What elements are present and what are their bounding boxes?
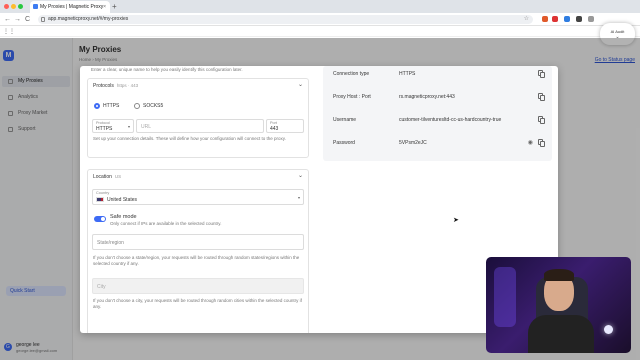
minimize-window-dot[interactable]	[11, 4, 16, 9]
address-bar-row: ← → C app.magneticproxy.net/#/my-proxies…	[0, 13, 640, 26]
extension-icon[interactable]	[552, 16, 558, 22]
webcam-overlay	[486, 257, 631, 353]
presenter-body	[528, 315, 594, 353]
extensions-puzzle-icon[interactable]	[588, 16, 594, 22]
connection-details-panel: Connection type HTTPS Proxy Host : Port …	[323, 66, 552, 161]
maximize-window-dot[interactable]	[18, 4, 23, 9]
safe-mode-label: Safe mode	[110, 214, 137, 220]
background-light	[494, 267, 516, 327]
location-subtitle: US	[114, 174, 122, 179]
detail-row-proxy-host: Proxy Host : Port rs.magneticproxy.net:4…	[333, 91, 545, 103]
detail-row-password: Password 5VPsm2eJC ◉	[333, 137, 545, 149]
name-hint: Enter a clear, unique name to help you e…	[91, 67, 243, 72]
tab-title: My Proxies | Magnetic Proxy	[40, 4, 104, 10]
detail-key: Connection type	[333, 71, 370, 77]
detail-key: Username	[333, 117, 357, 123]
detail-row-username: Username customer-tilventuresltd-cc-us-h…	[333, 114, 545, 126]
chevron-down-icon[interactable]: ⌄	[298, 81, 303, 88]
radio-socks5-label: SOCKS5	[143, 103, 164, 109]
state-hint: If you don't choose a state/region, your…	[93, 255, 300, 266]
radio-https-label: HTTPS	[103, 103, 120, 109]
chevron-down-icon[interactable]: ⌄	[298, 172, 303, 179]
protocol-label: Protocol	[96, 121, 110, 125]
copy-icon[interactable]	[538, 93, 545, 101]
url-input[interactable]: URL	[136, 119, 264, 133]
eye-slash-icon[interactable]: ◉	[528, 137, 533, 149]
protocols-subtitle: https · 443	[116, 83, 139, 88]
location-header[interactable]: Location US	[93, 174, 121, 180]
state-region-input[interactable]: State/region	[92, 234, 304, 250]
detail-key: Proxy Host : Port	[333, 94, 371, 100]
tab-close-icon[interactable]: ×	[103, 1, 106, 13]
port-input[interactable]: Port 443	[266, 119, 304, 133]
detail-value: 5VPsm2eJC	[399, 140, 427, 146]
copy-icon[interactable]	[538, 116, 545, 124]
detail-value: HTTPS	[399, 71, 416, 77]
protocols-hint: Set up your connection details. These wi…	[93, 136, 286, 141]
country-label: Country	[96, 191, 110, 195]
location-section: Location US ⌄ Country United States ▾ Saf…	[87, 169, 309, 333]
mouse-cursor-icon: ➤	[453, 217, 459, 224]
detail-row-connection-type: Connection type HTTPS	[333, 68, 545, 80]
star-icon[interactable]: ☆	[524, 15, 529, 24]
port-label: Port	[270, 121, 277, 125]
detail-key: Password	[333, 140, 355, 146]
new-tab-button[interactable]: +	[112, 0, 117, 13]
config-form: Enter a clear, unique name to help you e…	[87, 66, 309, 333]
detail-value: rs.magneticproxy.net:443	[399, 94, 455, 100]
url-field[interactable]: app.magneticproxy.net/#/my-proxies ☆	[38, 15, 533, 24]
lock-icon	[41, 17, 45, 22]
city-hint: If you don't choose a city, your request…	[93, 298, 302, 309]
extension-icon[interactable]	[576, 16, 582, 22]
reload-icon[interactable]: C	[25, 13, 30, 26]
location-title: Location	[93, 174, 112, 180]
desk-lamp	[604, 325, 613, 334]
browser-tab-bar: My Proxies | Magnetic Proxy × +	[0, 0, 640, 13]
caret-down-icon: ▾	[127, 124, 130, 129]
country-select[interactable]: Country United States ▾	[92, 189, 304, 205]
protocols-section: Protocols https · 443 ⌄ HTTPS SOCKS5 Prot…	[87, 78, 309, 158]
back-arrow-icon[interactable]: ←	[4, 13, 11, 26]
copy-icon[interactable]	[538, 70, 545, 78]
presenter-hair	[544, 269, 574, 281]
safe-mode-toggle[interactable]	[94, 216, 106, 222]
protocols-header[interactable]: Protocols https · 443	[93, 83, 138, 89]
browser-tab[interactable]: My Proxies | Magnetic Proxy ×	[30, 1, 110, 13]
protocol-select[interactable]: Protocol HTTPS ▾	[92, 119, 134, 133]
radio-socks5[interactable]	[134, 103, 140, 109]
detail-value: customer-tilventuresltd-cc-us-hardcountr…	[399, 117, 502, 123]
protocols-title: Protocols	[93, 83, 114, 89]
magnet-favicon-icon	[33, 4, 38, 9]
url-text: app.magneticproxy.net/#/my-proxies	[48, 16, 129, 22]
extension-icon[interactable]	[542, 16, 548, 22]
radio-https[interactable]	[94, 103, 100, 109]
caret-down-icon: ▾	[297, 195, 300, 200]
extension-icon[interactable]	[564, 16, 570, 22]
close-window-dot[interactable]	[4, 4, 9, 9]
apps-grid-icon[interactable]: ⋮⋮	[3, 28, 15, 35]
copy-icon[interactable]	[538, 139, 545, 147]
forward-arrow-icon[interactable]: →	[14, 13, 21, 26]
bookmarks-bar: ⋮⋮	[0, 26, 640, 37]
protocol-value: HTTPS	[96, 126, 113, 132]
city-input[interactable]: City	[92, 278, 304, 294]
url-placeholder: URL	[141, 124, 152, 130]
safe-mode-hint: Only connect if IPs are available in the…	[110, 221, 222, 226]
us-flag-icon	[96, 197, 104, 202]
country-value: United States	[107, 197, 138, 203]
port-value: 443	[270, 126, 279, 132]
